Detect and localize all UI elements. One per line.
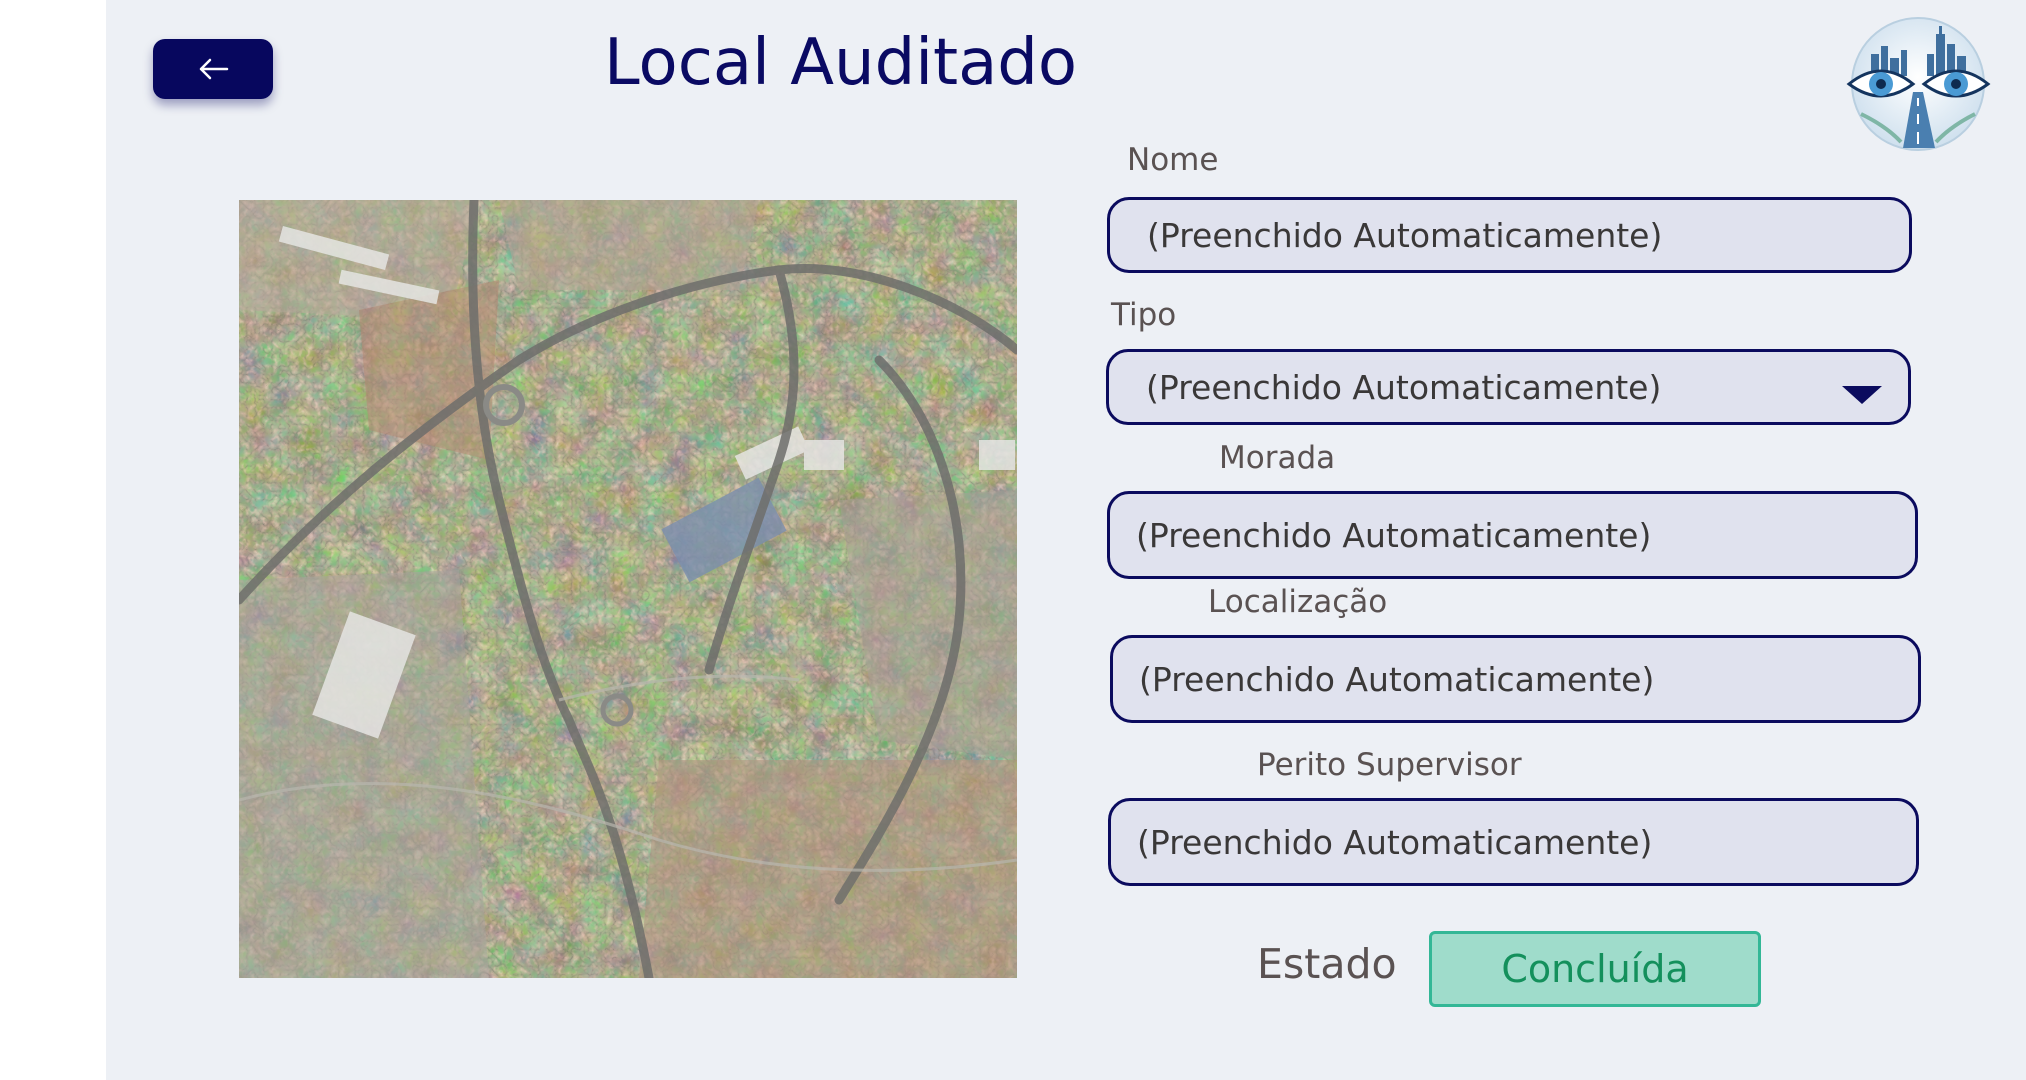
localizacao-value: (Preenchido Automaticamente) <box>1139 659 1655 699</box>
perito-value: (Preenchido Automaticamente) <box>1137 822 1653 862</box>
nome-value: (Preenchido Automaticamente) <box>1147 215 1663 255</box>
morada-value: (Preenchido Automaticamente) <box>1136 515 1652 555</box>
caret-down-icon[interactable] <box>1842 386 1882 404</box>
page-title: Local Auditado <box>604 26 1078 100</box>
satellite-view <box>239 200 1017 978</box>
back-button[interactable] <box>153 39 273 99</box>
logo <box>1846 17 1991 151</box>
nome-field[interactable]: (Preenchido Automaticamente) <box>1107 197 1912 273</box>
perito-field[interactable]: (Preenchido Automaticamente) <box>1108 798 1919 886</box>
estado-label: Estado <box>1257 940 1397 988</box>
tipo-value: (Preenchido Automaticamente) <box>1146 367 1662 407</box>
perito-label: Perito Supervisor <box>1257 747 1522 783</box>
left-margin <box>0 0 106 1080</box>
localizacao-label: Localização <box>1208 584 1388 620</box>
nome-label: Nome <box>1127 142 1219 178</box>
morada-field[interactable]: (Preenchido Automaticamente) <box>1107 491 1918 579</box>
morada-label: Morada <box>1219 440 1336 476</box>
tipo-select[interactable]: (Preenchido Automaticamente) <box>1106 349 1911 425</box>
localizacao-field[interactable]: (Preenchido Automaticamente) <box>1110 635 1921 723</box>
tipo-label: Tipo <box>1111 297 1177 333</box>
arrow-left-icon <box>199 58 229 80</box>
status-badge: Concluída <box>1429 931 1761 1007</box>
aerial-map-image <box>239 200 1017 978</box>
